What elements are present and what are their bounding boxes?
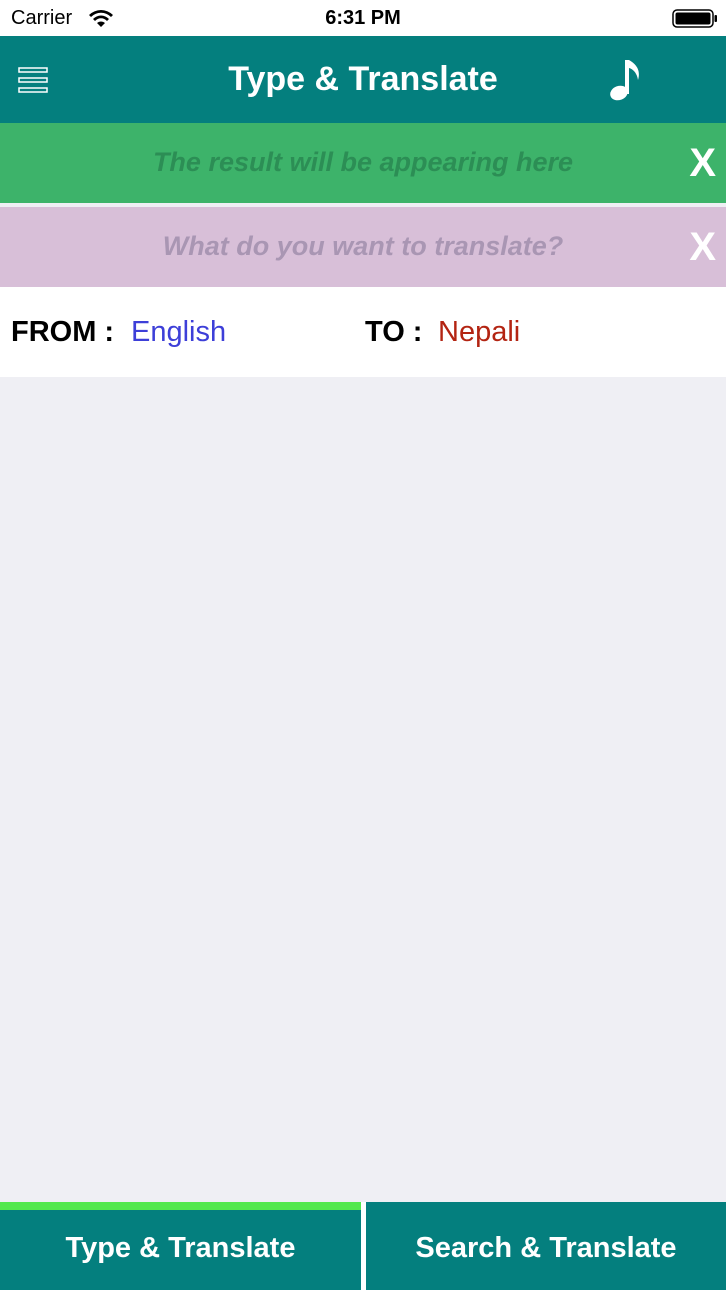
language-selector-row: FROM : English TO : Nepali [0,287,726,377]
tab-search-translate[interactable]: Search & Translate [366,1202,726,1290]
clear-input-button[interactable]: X [689,225,716,270]
from-language-selector[interactable]: English [131,316,226,349]
battery-icon [672,9,717,28]
active-tab-indicator [0,1202,361,1210]
tab-label: Search & Translate [415,1232,677,1264]
result-output[interactable]: The result will be appearing here X [0,123,726,203]
to-language-selector[interactable]: Nepali [438,316,520,349]
from-label: FROM : [11,316,115,348]
tab-label: Type & Translate [65,1232,296,1264]
result-placeholder: The result will be appearing here [152,147,574,177]
clear-result-button[interactable]: X [689,141,716,186]
bottom-tab-bar: Type & Translate Search & Translate [0,1202,726,1290]
to-label: TO : [365,316,423,348]
status-time: 6:31 PM [325,7,401,29]
tab-type-translate[interactable]: Type & Translate [0,1202,361,1290]
translate-input[interactable]: What do you want to translate? X [0,207,726,287]
input-placeholder: What do you want to translate? [162,231,564,261]
status-bar: Carrier 6:31 PM [0,0,726,36]
music-note-icon[interactable] [606,56,646,102]
header-bar: Type & Translate [0,36,726,123]
